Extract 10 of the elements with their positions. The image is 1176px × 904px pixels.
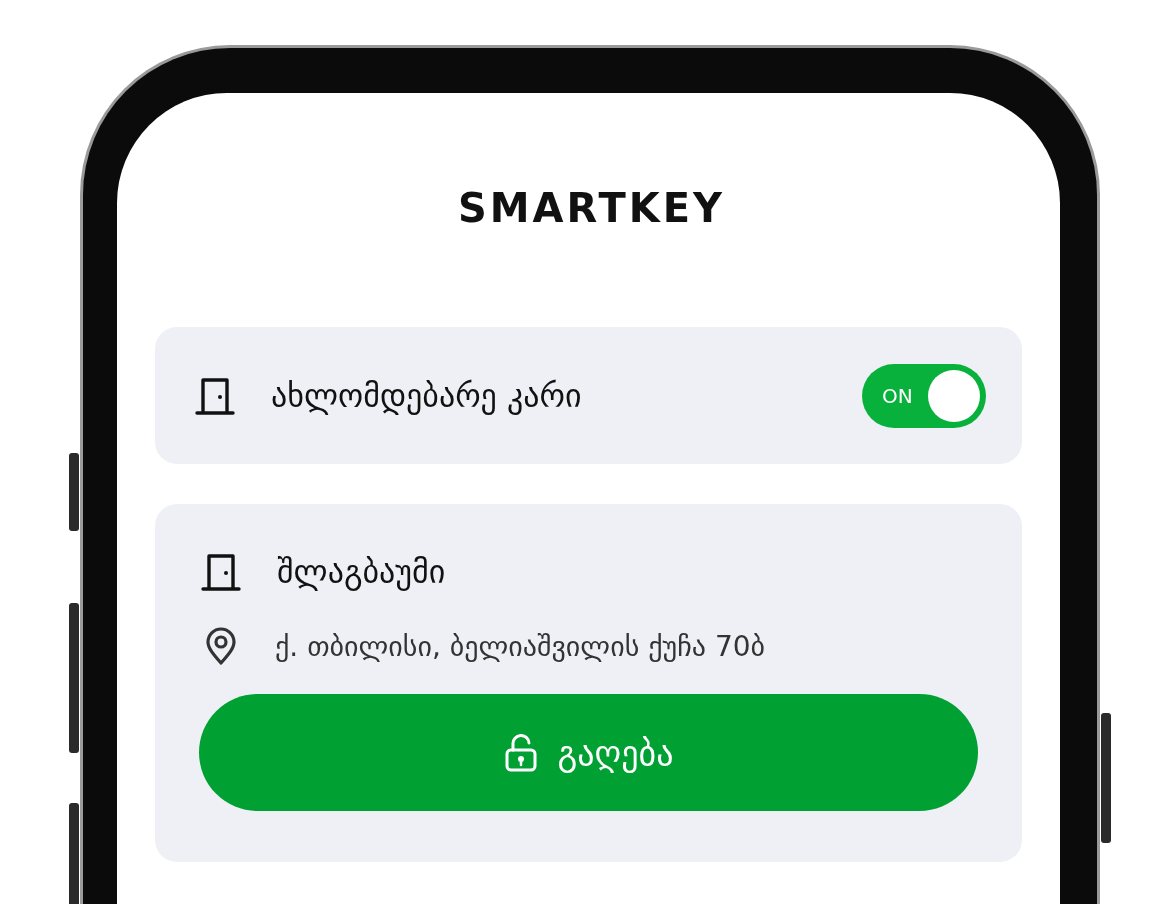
app-logo: SMARTKEY — [457, 185, 726, 231]
door-icon — [199, 552, 243, 592]
door-icon — [193, 375, 237, 416]
door-name: შლაგბაუმი — [277, 553, 446, 591]
nearby-door-label: ახლომდებარე კარი — [271, 376, 583, 415]
door-address: ქ. თბილისი, ბელიაშვილის ქუჩა 70ბ — [275, 629, 766, 663]
toggle-switch[interactable]: ON — [862, 363, 986, 428]
location-pin-icon — [203, 626, 239, 666]
open-button[interactable]: გაღება — [199, 694, 978, 811]
unlock-icon — [503, 733, 538, 772]
